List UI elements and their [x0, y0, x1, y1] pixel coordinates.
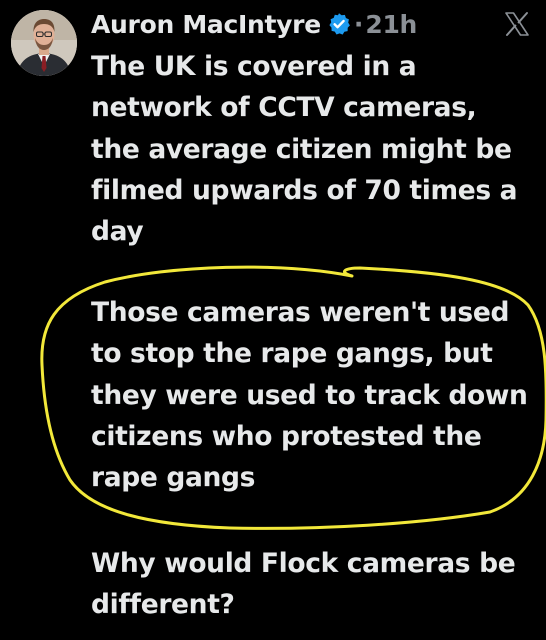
text-line: the average citizen might be [91, 133, 512, 165]
text-line: The UK is covered in a [91, 51, 417, 82]
tweet-paragraph-2: Those cameras weren't used to stop the r… [91, 292, 541, 498]
avatar[interactable] [11, 10, 77, 76]
author-name[interactable]: Auron MacIntyre [91, 10, 321, 39]
text-line: rape gangs [91, 462, 256, 494]
tweet-paragraph-1: The UK is covered in a network of CCTV c… [91, 46, 541, 252]
text-line: Those cameras weren't used [91, 297, 510, 328]
x-logo-icon[interactable] [503, 10, 531, 38]
text-line: they were used to track down [91, 379, 528, 411]
text-line: to stop the rape gangs, but [91, 338, 493, 370]
header-separator: · [353, 9, 364, 39]
text-line: citizens who protested the [91, 420, 482, 452]
text-line: day [91, 216, 144, 248]
timestamp[interactable]: 21h [365, 10, 417, 39]
tweet-paragraph-3: Why would Flock cameras be different? [91, 543, 541, 626]
tweet-header: Auron MacIntyre · 21h [91, 6, 417, 42]
text-line: filmed upwards of 70 times a [91, 174, 518, 206]
verified-badge-icon [327, 12, 351, 36]
text-line: Why would Flock cameras be [91, 548, 516, 579]
text-line: different? [91, 589, 235, 621]
profile-photo [11, 10, 77, 76]
text-line: network of CCTV cameras, [91, 92, 477, 124]
tweet: Auron MacIntyre · 21h The UK is covered … [0, 0, 546, 640]
